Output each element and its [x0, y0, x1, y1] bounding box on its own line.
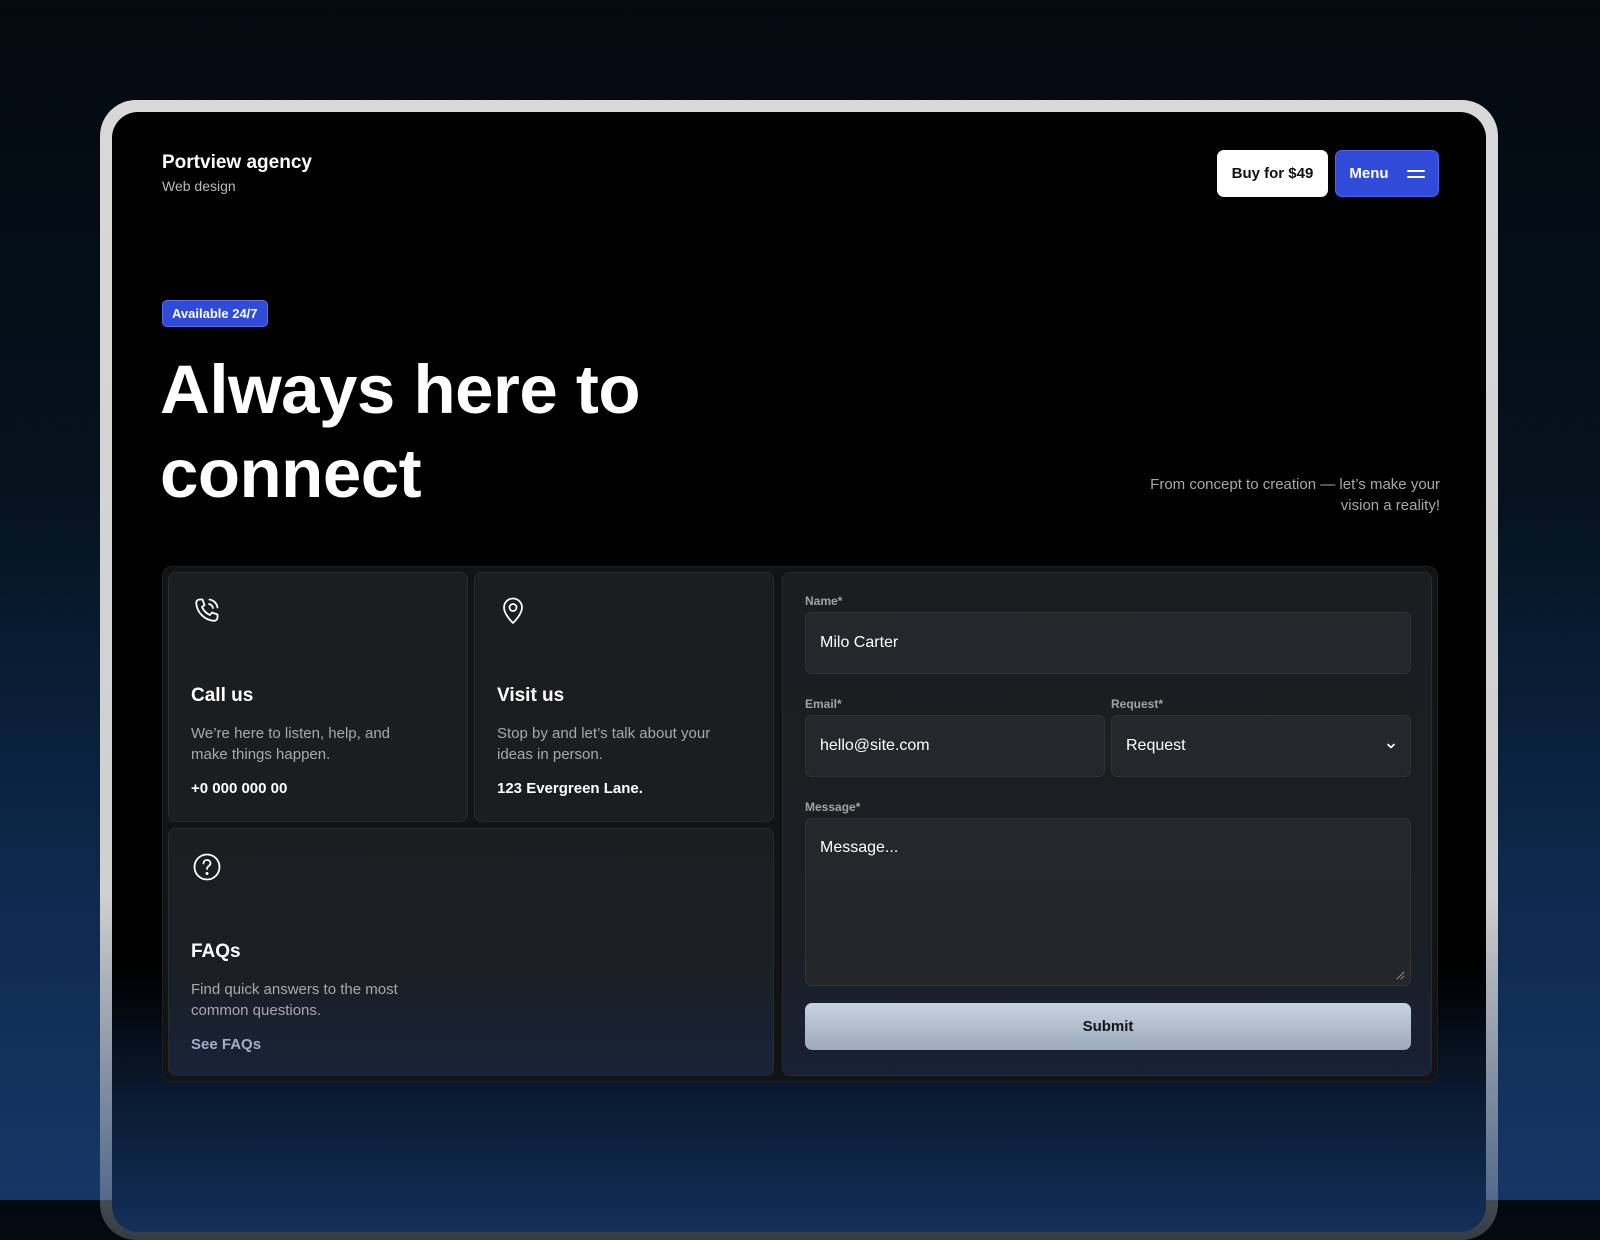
contact-form: Name* Milo Carter Email* hello@site.com … [782, 572, 1432, 1076]
message-field[interactable]: Message... [805, 818, 1411, 986]
faqs-card: FAQs Find quick answers to the most comm… [168, 828, 774, 1076]
card-desc-line: ideas in person. [497, 746, 603, 763]
chevron-down-icon [1387, 743, 1395, 749]
name-label: Name* [805, 594, 843, 608]
buy-button[interactable]: Buy for $49 [1217, 150, 1328, 197]
visit-us-card: Visit us Stop by and let’s talk about yo… [474, 572, 774, 822]
card-title: FAQs [191, 941, 241, 962]
name-field[interactable]: Milo Carter [805, 612, 1411, 674]
card-desc-line: Find quick answers to the most [191, 981, 398, 998]
tagline-line-2: vision a reality! [1340, 497, 1440, 514]
card-desc-line: common questions. [191, 1002, 322, 1019]
map-pin-icon [503, 597, 523, 624]
card-desc-line: Stop by and let’s talk about your [497, 725, 711, 742]
browser-screen: Portview agency Web design Buy for $49 M… [112, 112, 1486, 1232]
hamburger-icon [1406, 169, 1425, 179]
email-field-value: hello@site.com [820, 737, 930, 754]
card-description: We’re here to listen, help, and make thi… [191, 723, 431, 765]
request-select[interactable]: Request [1111, 715, 1411, 777]
message-label: Message* [805, 800, 861, 814]
request-select-value: Request [1126, 737, 1186, 754]
card-description: Find quick answers to the most common qu… [191, 979, 431, 1021]
submit-button[interactable]: Submit [805, 1003, 1411, 1050]
card-title: Visit us [497, 685, 565, 706]
email-field[interactable]: hello@site.com [805, 715, 1105, 777]
headline-line-1: Always here to [160, 351, 641, 428]
card-desc-line: We’re here to listen, help, and [191, 725, 391, 742]
address-link[interactable]: 123 Evergreen Lane. [497, 780, 643, 797]
card-title: Call us [191, 685, 254, 706]
question-circle-icon [193, 853, 221, 881]
resize-handle-icon[interactable] [1396, 971, 1405, 980]
page-title: Always here to connect [160, 348, 860, 516]
card-desc-line: make things happen. [191, 746, 331, 763]
request-label: Request* [1111, 697, 1164, 711]
email-label: Email* [805, 697, 842, 711]
menu-button-label: Menu [1349, 165, 1389, 182]
hero-tagline: From concept to creation — let’s make yo… [1052, 474, 1440, 516]
call-us-card: Call us We’re here to listen, help, and … [168, 572, 468, 822]
message-placeholder: Message... [820, 839, 899, 856]
card-description: Stop by and let’s talk about your ideas … [497, 723, 747, 765]
headline-line-2: connect [160, 435, 422, 512]
name-field-value: Milo Carter [820, 634, 899, 651]
tagline-line-1: From concept to creation — let’s make yo… [1150, 476, 1440, 493]
brand-subtitle: Web design [162, 178, 236, 194]
phone-icon [195, 598, 219, 622]
see-faqs-link[interactable]: See FAQs [191, 1036, 261, 1053]
brand-name[interactable]: Portview agency [162, 152, 312, 174]
phone-number-link[interactable]: +0 000 000 00 [191, 780, 287, 797]
menu-button[interactable]: Menu [1335, 150, 1439, 197]
availability-badge: Available 24/7 [162, 300, 268, 327]
